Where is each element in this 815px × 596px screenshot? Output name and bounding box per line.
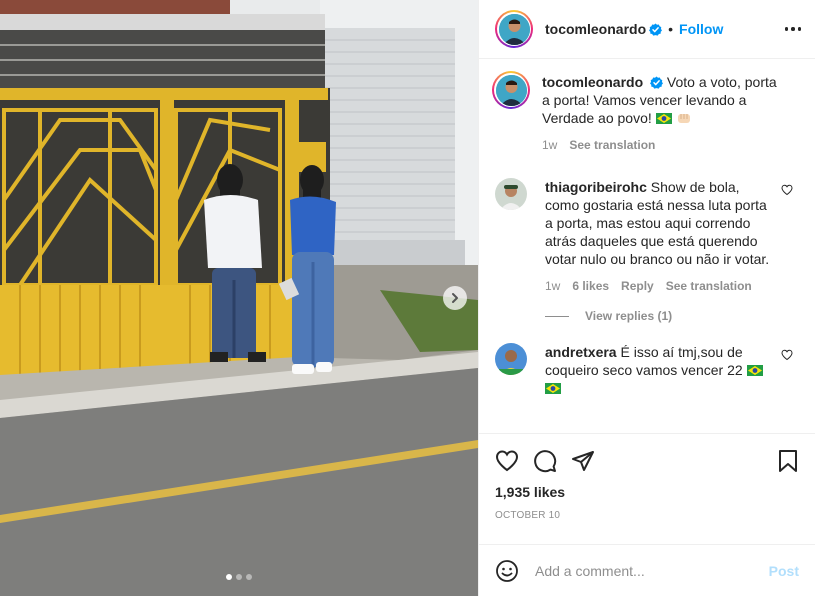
comment-item: thiagoribeirohc Show de bola, como gosta…: [495, 178, 799, 295]
share-paper-plane-icon[interactable]: [571, 449, 595, 473]
header-username[interactable]: tocomleonardo: [545, 21, 646, 37]
more-options-icon[interactable]: [784, 27, 801, 31]
like-comment-heart-icon[interactable]: [781, 184, 793, 196]
carousel-dot: [246, 574, 252, 580]
comment-see-translation[interactable]: See translation: [666, 277, 752, 295]
post-date: October 10: [495, 510, 561, 521]
comment-meta: 1w 6 likes Reply See translation: [545, 277, 777, 295]
post-photo[interactable]: [0, 0, 478, 596]
caption-username[interactable]: tocomleonardo: [542, 74, 643, 90]
comment-username[interactable]: thiagoribeirohc: [545, 179, 647, 195]
profile-picture-icon: [495, 74, 527, 106]
carousel-indicator: [0, 574, 478, 580]
view-replies-button[interactable]: View replies (1): [545, 309, 799, 323]
save-bookmark-icon[interactable]: [777, 449, 799, 473]
post-actions: 1,935 likes October 10: [479, 433, 815, 544]
comment-bubble-icon[interactable]: [533, 449, 557, 473]
comment-likes[interactable]: 6 likes: [572, 277, 609, 295]
fist-emoji-icon: [677, 114, 690, 123]
view-replies-label: View replies (1): [585, 309, 673, 323]
action-icons-row: [495, 446, 799, 476]
post-comment-button[interactable]: Post: [769, 563, 799, 579]
post-header: tocomleonardo • Follow: [479, 0, 815, 59]
view-replies-line: [545, 315, 569, 317]
like-comment-heart-icon[interactable]: [781, 349, 793, 361]
comment-time: 1w: [545, 279, 561, 293]
brazil-flag-icon: [746, 365, 763, 376]
profile-picture-icon: [495, 178, 527, 210]
caption-avatar[interactable]: [492, 71, 530, 109]
avatar[interactable]: [495, 10, 533, 48]
comment-avatar[interactable]: [495, 178, 527, 210]
comment-input[interactable]: [533, 561, 769, 580]
caption-see-translation[interactable]: See translation: [569, 136, 655, 154]
street-photo-image: [0, 0, 478, 596]
carousel-dot-active: [226, 574, 232, 580]
brazil-flag-icon: [545, 383, 561, 394]
add-comment-bar: Post: [479, 544, 815, 596]
carousel-dot: [236, 574, 242, 580]
verified-badge-icon: [650, 76, 664, 89]
carousel-next-button[interactable]: [443, 286, 467, 310]
chevron-right-icon: [452, 293, 458, 303]
comment-item: andretxera É isso aí tmj,sou de coqueiro…: [495, 343, 799, 397]
header-separator: •: [668, 21, 674, 37]
comment-reply-button[interactable]: Reply: [621, 277, 654, 295]
follow-button[interactable]: Follow: [679, 21, 723, 37]
comments-list[interactable]: tocomleonardo Voto a voto, porta a porta…: [479, 59, 815, 433]
caption: tocomleonardo Voto a voto, porta a porta…: [492, 71, 799, 154]
comment-username[interactable]: andretxera: [545, 344, 617, 360]
likes-count[interactable]: 1,935 likes: [495, 484, 799, 500]
verified-badge-icon: [649, 23, 663, 36]
caption-meta: 1w See translation: [542, 136, 777, 154]
profile-picture-icon: [498, 13, 530, 45]
brazil-flag-icon: [655, 113, 672, 124]
emoji-picker-icon[interactable]: [495, 559, 519, 583]
post-side-panel: tocomleonardo • Follow tocomleonardo Vot…: [478, 0, 815, 596]
like-heart-icon[interactable]: [495, 449, 519, 473]
comment-avatar[interactable]: [495, 343, 527, 375]
caption-time: 1w: [542, 138, 558, 152]
profile-picture-icon: [495, 343, 527, 375]
instagram-post: tocomleonardo • Follow tocomleonardo Vot…: [0, 0, 815, 596]
